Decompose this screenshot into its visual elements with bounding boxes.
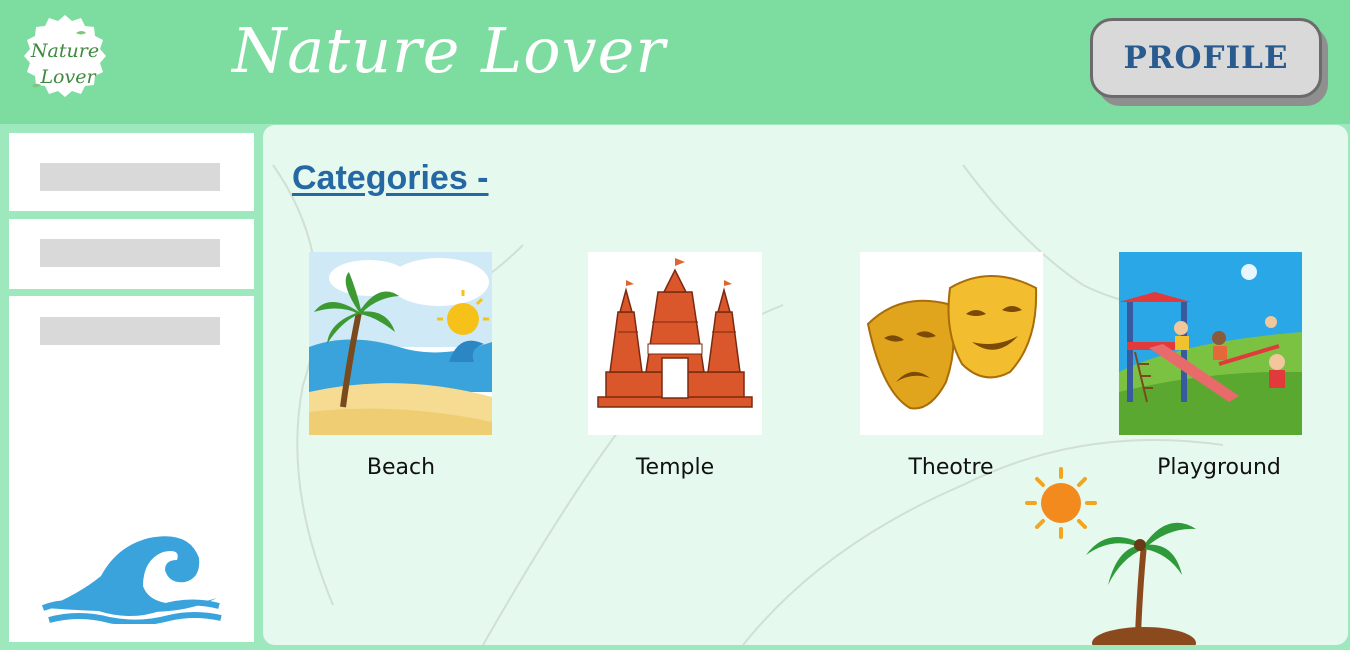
categories-heading: Categories -: [292, 159, 489, 197]
category-label-beach: Beach: [366, 455, 436, 480]
category-card-beach[interactable]: Beach: [309, 252, 492, 480]
sidebar: [0, 124, 262, 650]
wave-icon: [41, 536, 222, 624]
category-label-playground: Playground: [1157, 455, 1281, 480]
app-title: Nature Lover: [232, 14, 666, 87]
sidebar-item-2[interactable]: [9, 219, 254, 289]
logo-text-lover: Lover: [39, 66, 97, 88]
category-card-theatre[interactable]: Theotre: [860, 252, 1043, 480]
nature-lover-logo[interactable]: Nature Lover: [16, 13, 114, 111]
main-panel: Categories - Beach Temple Theotre Playgr…: [263, 125, 1348, 645]
profile-button[interactable]: PROFILE: [1090, 18, 1322, 98]
category-card-playground[interactable]: Playground: [1119, 252, 1302, 480]
playground-image[interactable]: [1119, 252, 1302, 435]
category-card-temple[interactable]: Temple: [588, 252, 762, 480]
temple-image[interactable]: [588, 252, 762, 435]
logo-text-nature: Nature: [30, 40, 99, 62]
profile-button-wrapper: PROFILE: [1090, 18, 1330, 106]
palm-tree-icon: [1086, 522, 1196, 645]
beach-image[interactable]: [309, 252, 492, 435]
sidebar-panel[interactable]: [9, 296, 254, 642]
sidebar-item-placeholder: [40, 239, 220, 267]
sidebar-item-1[interactable]: [9, 133, 254, 211]
sidebar-item-placeholder: [40, 317, 220, 345]
category-label-temple: Temple: [635, 455, 715, 480]
top-header: Nature Lover Nature Lover PROFILE: [0, 0, 1350, 124]
sidebar-item-placeholder: [40, 163, 220, 191]
theatre-masks-image[interactable]: [860, 252, 1043, 435]
